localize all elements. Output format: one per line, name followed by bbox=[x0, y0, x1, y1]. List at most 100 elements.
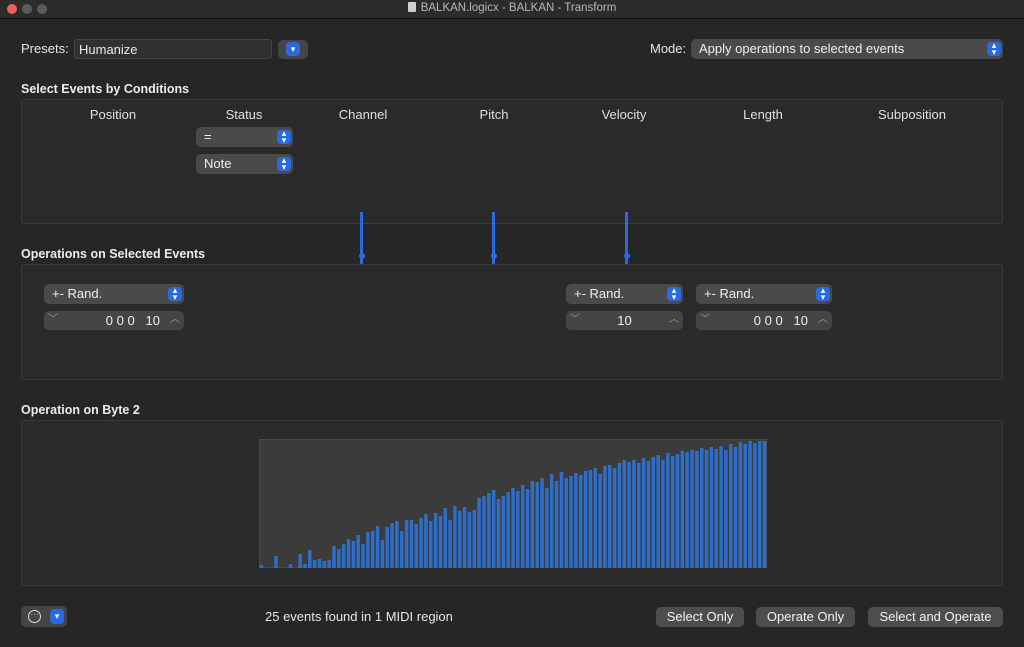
chart-bar bbox=[612, 468, 617, 568]
chart-bar bbox=[646, 461, 651, 568]
chart-bar bbox=[656, 455, 660, 568]
column-pitch: Pitch bbox=[479, 107, 509, 122]
column-subposition: Subposition bbox=[878, 107, 946, 122]
chart-bar bbox=[400, 531, 404, 568]
chart-bar bbox=[685, 452, 689, 568]
chart-bar bbox=[385, 527, 389, 568]
chart-bar bbox=[617, 463, 622, 568]
pitch-slider-knob[interactable] bbox=[490, 253, 497, 259]
window-title: BALKAN.logicx - BALKAN - Transform bbox=[0, 2, 1024, 14]
presets-menu-button[interactable]: ▾ bbox=[278, 40, 308, 59]
status-value-popup[interactable]: Note ▴ ▾ bbox=[196, 154, 293, 174]
chart-bar bbox=[259, 565, 264, 568]
operate-only-button[interactable]: Operate Only bbox=[756, 607, 855, 627]
chart-bar bbox=[554, 481, 559, 568]
chart-bar bbox=[564, 478, 568, 568]
byte2-header: Operation on Byte 2 bbox=[21, 403, 140, 417]
length-value-stepper[interactable]: ﹀ 0 0 0 10 ︿ bbox=[696, 311, 832, 330]
chart-bar bbox=[680, 451, 685, 568]
chart-bar bbox=[603, 466, 607, 568]
velocity-operation-value: +- Rand. bbox=[574, 286, 625, 301]
decrement-chevron-icon[interactable]: ﹀ bbox=[44, 311, 62, 329]
chart-bar bbox=[622, 460, 626, 568]
chart-bar bbox=[506, 492, 510, 568]
chart-bar bbox=[414, 524, 418, 568]
position-operation-value: +- Rand. bbox=[52, 286, 103, 301]
chart-bar bbox=[530, 481, 535, 568]
byte2-panel bbox=[21, 420, 1003, 586]
chart-bar bbox=[433, 513, 438, 568]
position-value-stepper[interactable]: ﹀ 0 0 0 10 ︿ bbox=[44, 311, 184, 330]
action-menu-button[interactable]: ··· ▾ bbox=[21, 606, 67, 627]
column-velocity: Velocity bbox=[601, 107, 647, 122]
chart-bar bbox=[496, 499, 501, 568]
column-position: Position bbox=[89, 107, 137, 122]
up-down-chevron-icon: ▴ ▾ bbox=[667, 286, 681, 302]
chevron-down-icon: ▾ bbox=[50, 609, 64, 624]
increment-chevron-icon[interactable]: ︿ bbox=[166, 311, 184, 329]
chart-bar bbox=[458, 511, 462, 568]
velocity-operation-popup[interactable]: +- Rand. ▴ ▾ bbox=[566, 284, 683, 304]
chart-bar bbox=[472, 510, 477, 568]
velocity-value-stepper[interactable]: ﹀ 10 ︿ bbox=[566, 311, 683, 330]
chart-bar bbox=[395, 521, 399, 568]
chart-bar bbox=[438, 516, 443, 568]
chart-bar bbox=[574, 473, 578, 568]
chart-bar bbox=[593, 468, 597, 568]
chart-bar bbox=[724, 450, 728, 568]
operations-header: Operations on Selected Events bbox=[21, 247, 206, 261]
position-slider-knob[interactable] bbox=[358, 253, 365, 259]
decrement-chevron-icon[interactable]: ﹀ bbox=[696, 311, 714, 329]
chart-bar bbox=[675, 454, 680, 568]
up-down-chevron-icon: ▴ ▾ bbox=[277, 129, 291, 145]
chart-bar bbox=[520, 485, 525, 568]
column-status: Status bbox=[225, 107, 263, 122]
chart-bar bbox=[491, 490, 496, 568]
chart-bar bbox=[540, 478, 544, 568]
chart-bar bbox=[303, 564, 307, 568]
select-only-button[interactable]: Select Only bbox=[656, 607, 744, 627]
up-down-chevron-icon: ▴ ▾ bbox=[816, 286, 830, 302]
chart-bar bbox=[709, 447, 714, 568]
chart-bar bbox=[714, 449, 718, 568]
chart-bar bbox=[312, 560, 317, 568]
chart-bar bbox=[758, 441, 762, 568]
increment-chevron-icon[interactable]: ︿ bbox=[814, 311, 832, 329]
velocity-slider-knob[interactable] bbox=[623, 253, 630, 259]
operations-panel: +- Rand. ▴ ▾ ﹀ 0 0 0 10 ︿ +- Rand. ▴ ▾ ﹀ 1… bbox=[21, 264, 1003, 380]
byte2-map-chart[interactable] bbox=[259, 439, 767, 568]
chart-bar bbox=[308, 550, 312, 568]
chart-bar bbox=[545, 488, 549, 568]
increment-chevron-icon[interactable]: ︿ bbox=[665, 311, 683, 329]
chevron-down-icon: ▾ bbox=[286, 42, 300, 56]
status-operator-popup[interactable]: = ▴ ▾ bbox=[196, 127, 293, 147]
chart-bar bbox=[549, 474, 554, 568]
chart-bar bbox=[375, 526, 380, 568]
chart-bar bbox=[738, 442, 743, 568]
chart-bar bbox=[637, 463, 641, 568]
title-bar: BALKAN.logicx - BALKAN - Transform bbox=[0, 0, 1024, 19]
chart-bar bbox=[632, 460, 636, 568]
chart-bar bbox=[670, 456, 675, 568]
chart-bar bbox=[535, 482, 539, 568]
chart-bar bbox=[525, 489, 530, 568]
select-and-operate-button[interactable]: Select and Operate bbox=[868, 607, 1003, 627]
presets-label: Presets: bbox=[21, 41, 69, 56]
presets-field[interactable]: Humanize bbox=[74, 39, 272, 59]
more-icon: ··· bbox=[28, 610, 41, 623]
mode-popup[interactable]: Apply operations to selected events ▴ ▾ bbox=[691, 39, 1003, 59]
document-icon bbox=[407, 2, 416, 12]
position-operation-popup[interactable]: +- Rand. ▴ ▾ bbox=[44, 284, 184, 304]
chart-bar bbox=[666, 453, 670, 568]
chart-bar bbox=[690, 450, 694, 568]
length-operation-popup[interactable]: +- Rand. ▴ ▾ bbox=[696, 284, 832, 304]
chart-bar bbox=[762, 441, 767, 568]
chart-bar bbox=[477, 498, 481, 568]
chart-bar bbox=[487, 493, 491, 568]
chart-bar bbox=[569, 476, 573, 568]
chart-bar bbox=[322, 561, 327, 568]
up-down-chevron-icon: ▴ ▾ bbox=[168, 286, 182, 302]
window-title-text: BALKAN.logicx - BALKAN - Transform bbox=[420, 2, 617, 14]
chart-bar bbox=[695, 451, 699, 568]
chart-bar bbox=[579, 475, 583, 568]
